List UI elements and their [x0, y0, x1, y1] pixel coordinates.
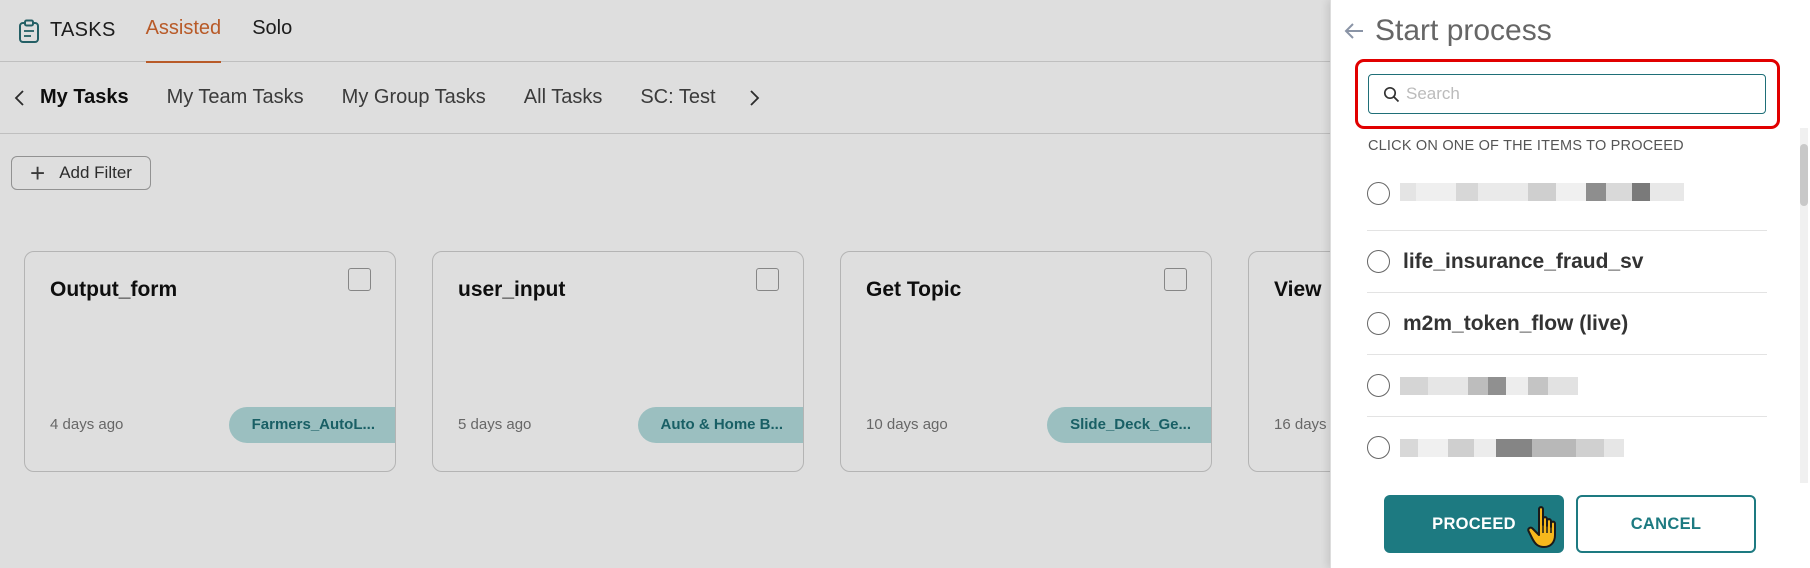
- back-arrow-icon[interactable]: [1343, 20, 1365, 42]
- list-item[interactable]: life_insurance_fraud_sv: [1367, 231, 1767, 293]
- radio-button[interactable]: [1367, 182, 1390, 205]
- radio-button[interactable]: [1367, 250, 1390, 273]
- start-process-panel: Start process CLICK ON ONE OF THE ITEMS …: [1330, 0, 1810, 568]
- search-input[interactable]: [1406, 84, 1746, 104]
- cancel-button[interactable]: CANCEL: [1576, 495, 1756, 553]
- list-item-label: life_insurance_fraud_sv: [1403, 249, 1644, 273]
- panel-scrollbar[interactable]: [1800, 128, 1808, 483]
- list-item[interactable]: m2m_token_flow (live): [1367, 293, 1767, 355]
- overlay-backdrop[interactable]: [0, 0, 1330, 568]
- radio-button[interactable]: [1367, 374, 1390, 397]
- list-item[interactable]: [1367, 355, 1767, 417]
- scrollbar-thumb[interactable]: [1800, 144, 1808, 206]
- proceed-button[interactable]: PROCEED: [1384, 495, 1564, 553]
- panel-title: Start process: [1375, 14, 1552, 47]
- process-list: life_insurance_fraud_sv m2m_token_flow (…: [1367, 164, 1767, 478]
- redacted-label: [1400, 182, 1684, 202]
- radio-button[interactable]: [1367, 436, 1390, 459]
- panel-header: Start process: [1343, 14, 1552, 48]
- radio-button[interactable]: [1367, 312, 1390, 335]
- proceed-hint: CLICK ON ONE OF THE ITEMS TO PROCEED: [1368, 138, 1684, 154]
- redacted-label: [1400, 438, 1624, 458]
- list-item[interactable]: [1367, 417, 1767, 478]
- search-field[interactable]: [1368, 74, 1766, 114]
- redacted-label: [1400, 376, 1578, 396]
- search-icon: [1383, 86, 1400, 102]
- list-item[interactable]: [1367, 164, 1767, 231]
- list-item-label: m2m_token_flow (live): [1403, 311, 1629, 335]
